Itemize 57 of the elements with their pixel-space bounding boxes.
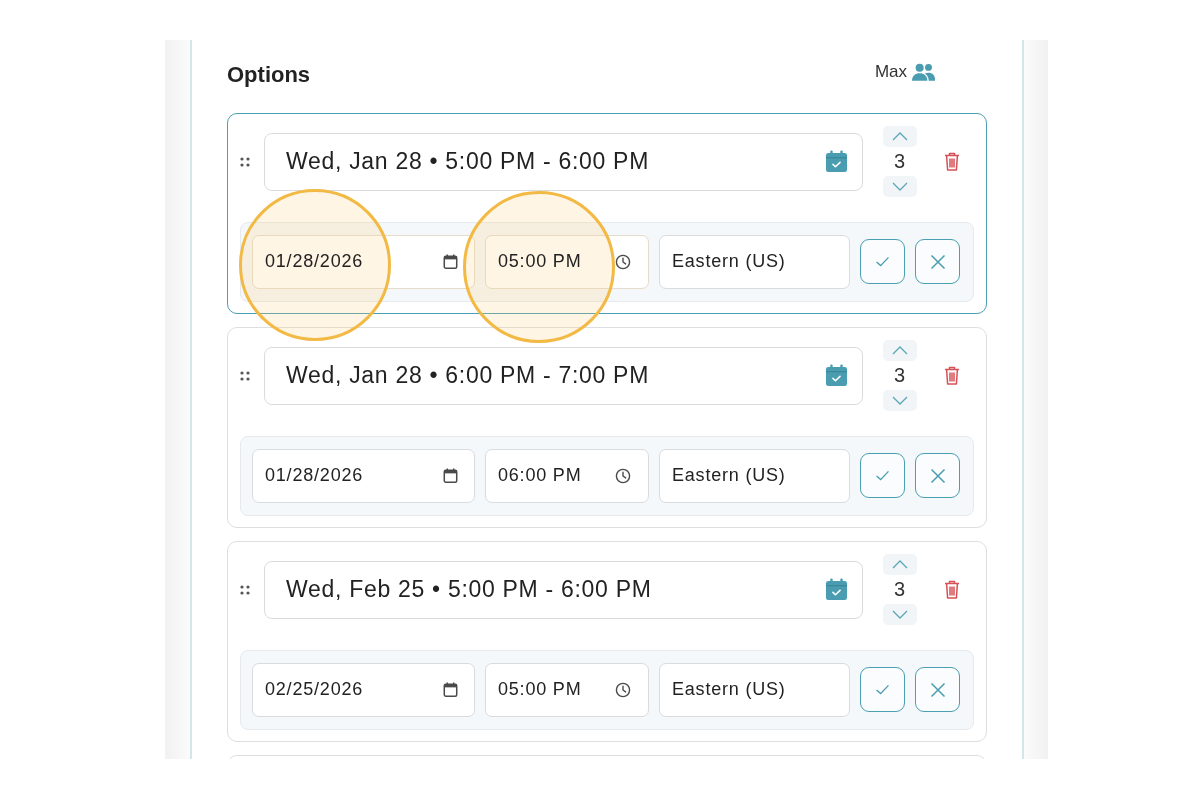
- increment-button[interactable]: [882, 126, 917, 147]
- calendar-icon: [443, 682, 458, 697]
- trash-icon[interactable]: [943, 152, 960, 171]
- clock-icon: [615, 681, 631, 698]
- trash-icon[interactable]: [943, 366, 960, 385]
- chevron-down-icon: [891, 610, 908, 619]
- clock-icon: [615, 467, 631, 484]
- increment-button[interactable]: [882, 340, 917, 361]
- timezone-field[interactable]: Eastern (US): [659, 448, 850, 503]
- chevron-up-icon: [891, 560, 908, 569]
- decrement-button[interactable]: [882, 604, 917, 625]
- timezone-field[interactable]: Eastern (US): [659, 234, 850, 289]
- calendar-icon: [443, 468, 458, 483]
- calendar-check-icon[interactable]: [824, 364, 848, 387]
- chevron-down-icon: [891, 396, 908, 405]
- check-icon: [875, 470, 890, 481]
- time-field[interactable]: 06:00 PM: [485, 448, 649, 503]
- check-icon: [875, 256, 890, 267]
- confirm-button[interactable]: [860, 667, 905, 712]
- cancel-button[interactable]: [915, 453, 960, 498]
- close-icon: [929, 681, 946, 698]
- people-icon: [912, 63, 935, 81]
- cancel-button[interactable]: [915, 667, 960, 712]
- trash-icon[interactable]: [943, 580, 960, 599]
- clock-icon: [615, 253, 631, 270]
- decrement-button[interactable]: [882, 176, 917, 197]
- check-icon: [875, 684, 890, 695]
- option-summary-field[interactable]: Wed, Jan 28 • 5:00 PM - 6:00 PM: [264, 132, 863, 191]
- option-card[interactable]: Wed, Jan 28 • 6:00 PM - 7:00 PM 3 01/28/2026 06:00 PM Eastern (US): [227, 327, 987, 528]
- drag-handle-icon[interactable]: [240, 584, 250, 595]
- calendar-check-icon[interactable]: [824, 150, 848, 173]
- time-field[interactable]: 05:00 PM: [485, 662, 649, 717]
- confirm-button[interactable]: [860, 453, 905, 498]
- chevron-up-icon: [891, 346, 908, 355]
- calendar-icon: [443, 254, 458, 269]
- max-label: Max: [874, 62, 907, 82]
- timezone-field[interactable]: Eastern (US): [659, 662, 850, 717]
- option-summary-field[interactable]: Wed, Feb 25 • 5:00 PM - 6:00 PM: [264, 560, 863, 619]
- count-value: 3: [893, 149, 906, 174]
- drag-handle-icon[interactable]: [240, 156, 250, 167]
- date-field[interactable]: 01/28/2026: [252, 448, 475, 503]
- cancel-button[interactable]: [915, 239, 960, 284]
- decrement-button[interactable]: [882, 390, 917, 411]
- increment-button[interactable]: [882, 554, 917, 575]
- close-icon: [929, 467, 946, 484]
- section-heading: Options: [227, 61, 311, 89]
- option-summary-field[interactable]: Wed, Jan 28 • 6:00 PM - 7:00 PM: [264, 346, 863, 405]
- calendar-check-icon[interactable]: [824, 578, 848, 601]
- count-value: 3: [893, 577, 906, 602]
- drag-handle-icon[interactable]: [240, 370, 250, 381]
- chevron-up-icon: [891, 132, 908, 141]
- chevron-down-icon: [891, 182, 908, 191]
- option-card[interactable]: Wed, Feb 25 • 5:00 PM - 6:00 PM 3 02/25/2026 05:00 PM Eastern (US): [227, 541, 987, 742]
- confirm-button[interactable]: [860, 239, 905, 284]
- date-field[interactable]: 02/25/2026: [252, 662, 475, 717]
- count-value: 3: [893, 363, 906, 388]
- close-icon: [929, 253, 946, 270]
